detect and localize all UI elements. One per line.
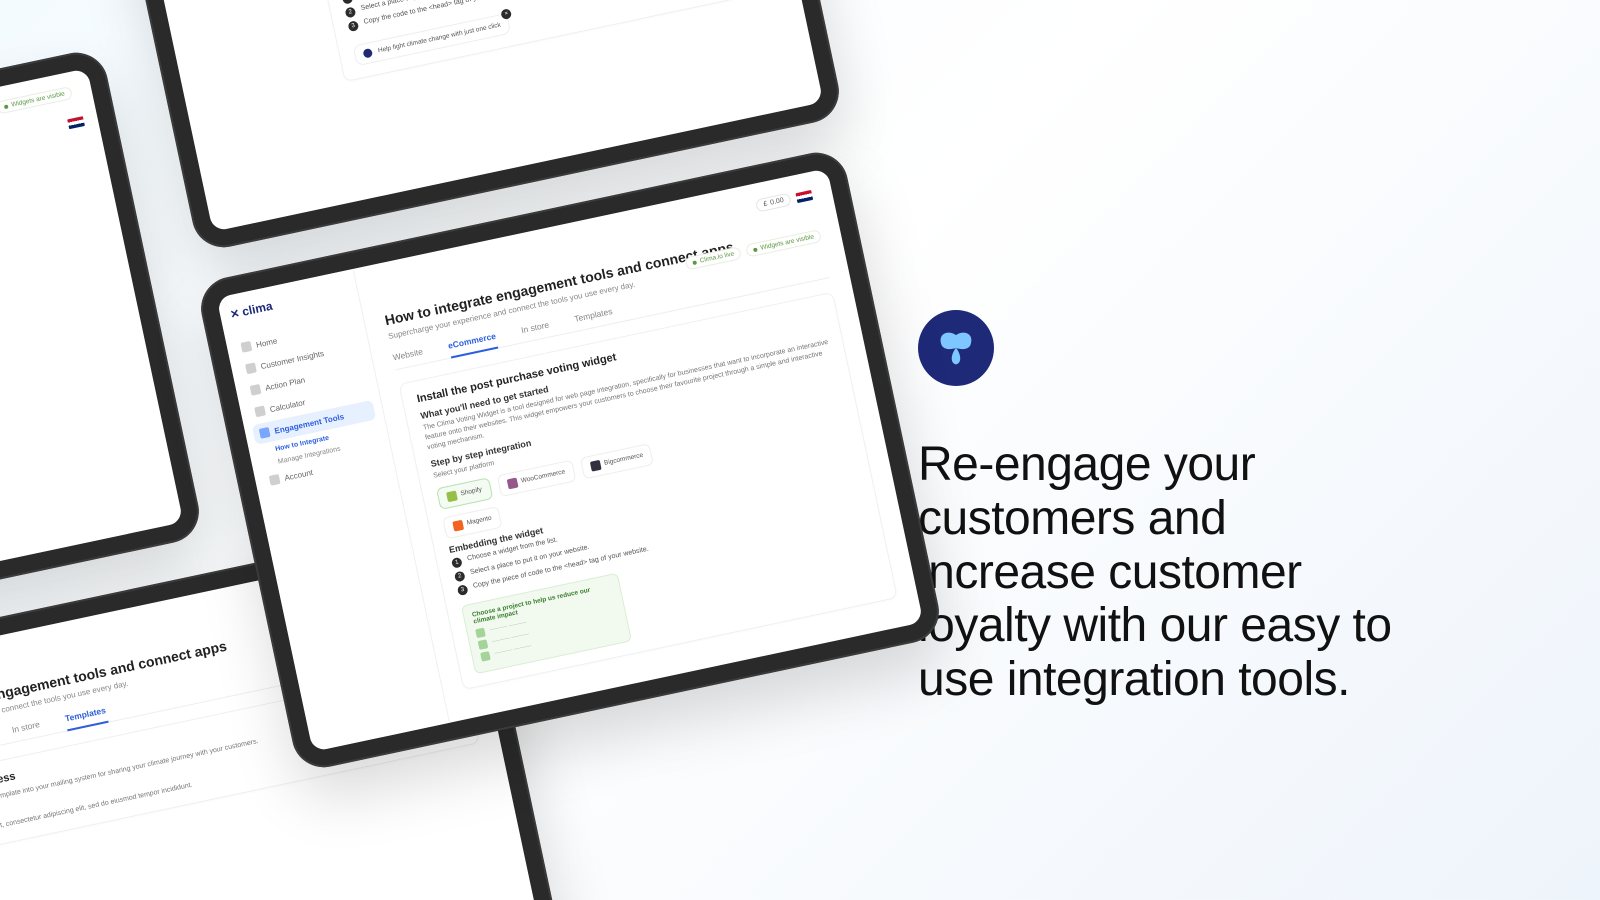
platform-label: Shopify bbox=[460, 486, 483, 497]
leaf-icon bbox=[480, 651, 491, 662]
page-title-partial: apps bbox=[0, 94, 75, 231]
wallet-balance-pill[interactable]: £ 0.00 bbox=[755, 193, 791, 213]
tab-website[interactable]: Website bbox=[391, 342, 425, 369]
chart-icon bbox=[245, 362, 257, 374]
woocommerce-icon bbox=[506, 477, 518, 489]
butterfly-icon: ✕ bbox=[229, 306, 241, 321]
sidebar-item-label: Action Plan bbox=[264, 375, 305, 392]
bigcommerce-icon bbox=[589, 459, 601, 471]
tab-templates[interactable]: Templates bbox=[573, 302, 615, 331]
main-content: £ 0.00 How to integrate engagement tools… bbox=[354, 168, 924, 722]
tablet-mockup-main: ✕ clima Home Customer Insights Action Pl… bbox=[195, 147, 945, 773]
voting-widget-card-partial: The Clima Voting Widget is a tool design… bbox=[311, 0, 780, 83]
step-number: 3 bbox=[457, 584, 469, 596]
butterfly-icon bbox=[363, 48, 374, 59]
brand-badge bbox=[918, 310, 994, 386]
magento-icon bbox=[452, 519, 464, 531]
app-screen: ✕ clima Home Customer Insights Action Pl… bbox=[217, 168, 924, 752]
sidebar-item-label: Account bbox=[284, 467, 314, 482]
sidebar-item-label: Home bbox=[255, 336, 278, 349]
locale-flag-uk[interactable] bbox=[67, 116, 85, 129]
brand-name: clima bbox=[241, 299, 274, 319]
platform-label: Magento bbox=[466, 515, 492, 527]
tab-templates[interactable]: Templates bbox=[63, 701, 108, 731]
check-icon bbox=[475, 627, 486, 638]
locale-flag-uk[interactable] bbox=[795, 189, 813, 202]
user-icon bbox=[269, 474, 281, 486]
close-icon[interactable]: × bbox=[501, 8, 513, 20]
platform-label: Bigcommerce bbox=[603, 452, 643, 467]
step-number: 2 bbox=[454, 570, 466, 582]
tab-in-store[interactable]: In store bbox=[519, 316, 551, 342]
shopify-icon bbox=[446, 490, 458, 502]
brand-logo: ✕ clima bbox=[227, 282, 350, 321]
currency-value: 0.00 bbox=[770, 197, 785, 207]
marketing-hero: Re-engage your customers and increase cu… bbox=[918, 310, 1408, 707]
sidebar-item-label: Calculator bbox=[269, 397, 306, 413]
tab-ecommerce[interactable]: eCommerce bbox=[446, 327, 498, 359]
platform-label: WooCommerce bbox=[520, 468, 566, 484]
leaf-icon bbox=[478, 639, 489, 650]
butterfly-icon bbox=[934, 326, 978, 370]
main-content: Clima.io live Widgets are visible apps bbox=[0, 68, 183, 652]
platform-shopify[interactable]: Shopify bbox=[436, 477, 493, 510]
tab-in-store[interactable]: In store bbox=[10, 715, 42, 741]
calc-icon bbox=[254, 405, 266, 417]
currency-symbol: £ bbox=[763, 200, 768, 208]
callout-text: Help fight climate change with just one … bbox=[377, 22, 501, 55]
plug-icon bbox=[259, 427, 271, 439]
hero-headline: Re-engage your customers and increase cu… bbox=[918, 438, 1408, 707]
home-icon bbox=[240, 341, 252, 353]
list-icon bbox=[250, 384, 262, 396]
step-number: 1 bbox=[451, 556, 463, 568]
app-screen: Clima.io live Widgets are visible apps bbox=[0, 68, 183, 652]
